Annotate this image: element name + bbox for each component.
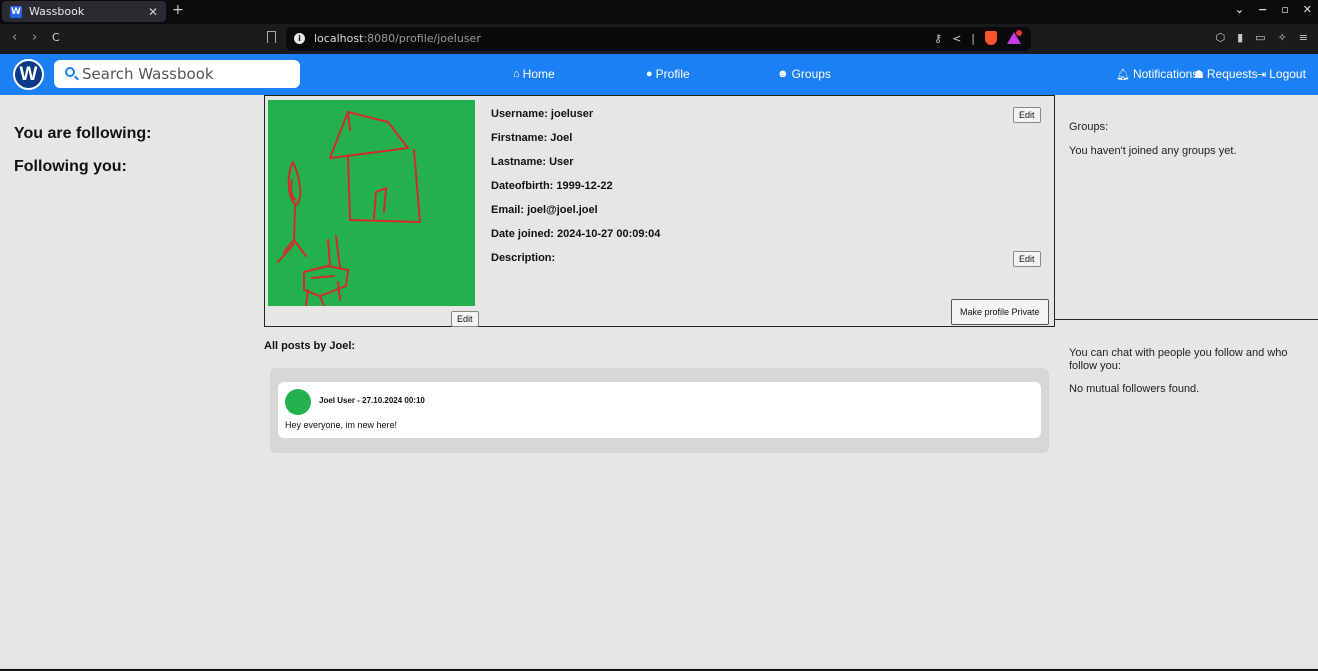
bell-icon: 🔔︎ (1116, 68, 1130, 81)
divider-icon: | (971, 31, 975, 45)
key-icon[interactable]: ⚷ (934, 32, 942, 45)
logout-icon: ⇥ (1257, 68, 1267, 81)
home-icon: ⌂ (513, 68, 520, 80)
user-circle-icon: ● (646, 68, 653, 80)
following-heading: You are following: (14, 125, 152, 142)
description-field: Description: (491, 252, 556, 264)
groups-empty-text: You haven't joined any groups yet. (1069, 145, 1237, 157)
back-button[interactable]: ‹ (12, 30, 17, 45)
lastname-field: Lastname: User (491, 156, 574, 168)
leo-ai-icon[interactable]: ✧ (1278, 31, 1287, 44)
wassbook-favicon-icon: W (10, 5, 22, 18)
site-info-icon[interactable]: i (294, 33, 305, 44)
post-card[interactable]: Joel User - 27.10.2024 00:10 Hey everyon… (278, 382, 1041, 438)
address-bar[interactable]: i localhost:8080/profile/joeluser ⚷ < | (286, 27, 1031, 51)
browser-extension-icons: ⬡ ▮ ▭ ✧ ≡ (1215, 31, 1308, 44)
nav-logout[interactable]: ⇥ Logout (1257, 67, 1306, 81)
post-author-avatar[interactable] (285, 389, 311, 415)
users-icon: ☻ (777, 68, 789, 80)
window-controls: ⌄ − ▫ ✕ (1235, 3, 1312, 16)
wassbook-logo[interactable]: W (13, 59, 44, 90)
nav-profile[interactable]: ● Profile (646, 67, 690, 81)
share-icon[interactable]: < (952, 32, 961, 45)
brave-rewards-icon[interactable] (1007, 30, 1022, 44)
search-input[interactable] (82, 63, 292, 85)
search-box (54, 60, 300, 88)
sidebar-icon[interactable]: ▮ (1237, 31, 1243, 44)
chat-empty-text: No mutual followers found. (1069, 383, 1200, 395)
bookmark-icon[interactable] (267, 31, 276, 43)
profile-card: Username: joeluser Firstname: Joel Lastn… (264, 95, 1055, 327)
close-window-icon[interactable]: ✕ (1303, 3, 1312, 16)
edit-description-button[interactable]: Edit (1013, 251, 1041, 267)
right-divider (1055, 319, 1318, 320)
wallet-icon[interactable]: ▭ (1255, 31, 1265, 44)
new-tab-button[interactable]: + (172, 2, 184, 18)
username-field: Username: joeluser (491, 108, 594, 120)
make-private-button[interactable]: Make profile Private (951, 299, 1049, 325)
app-navbar: W ⌂ Home ● Profile ☻ Groups 🔔︎ Notificat… (0, 54, 1318, 95)
avatar-drawing (277, 111, 421, 306)
groups-label: Groups: (1069, 121, 1109, 133)
post-author-meta: Joel User - 27.10.2024 00:10 (319, 396, 425, 405)
nav-requests[interactable]: ☗ Requests (1194, 67, 1258, 81)
nav-home[interactable]: ⌂ Home (513, 67, 555, 81)
dob-field: Dateofbirth: 1999-12-22 (491, 180, 613, 192)
reload-button[interactable]: C (52, 31, 60, 44)
address-bar-icons: ⚷ < | (934, 30, 1022, 45)
tab-close-icon[interactable]: ✕ (148, 5, 158, 19)
chat-info-text: You can chat with people you follow and … (1069, 347, 1288, 372)
people-group-icon: ☗ (1194, 68, 1204, 81)
maximize-icon[interactable]: ▫ (1281, 3, 1288, 16)
minimize-icon[interactable]: − (1258, 3, 1267, 16)
browser-tab[interactable]: W Wassbook ✕ (2, 1, 166, 22)
post-text: Hey everyone, im new here! (285, 420, 398, 430)
brave-shields-icon[interactable] (985, 31, 997, 45)
extensions-icon[interactable]: ⬡ (1215, 31, 1225, 44)
posts-title: All posts by Joel: (264, 340, 356, 352)
posts-container: Joel User - 27.10.2024 00:10 Hey everyon… (270, 368, 1049, 453)
menu-icon[interactable]: ≡ (1299, 31, 1308, 44)
followers-heading: Following you: (14, 158, 127, 175)
nav-groups[interactable]: ☻ Groups (777, 67, 831, 81)
nav-notifications[interactable]: 🔔︎ Notifications (1116, 67, 1198, 81)
firstname-field: Firstname: Joel (491, 132, 573, 144)
date-joined-field: Date joined: 2024-10-27 00:09:04 (491, 228, 661, 240)
search-icon (65, 67, 75, 77)
email-field: Email: joel@joel.joel (491, 204, 598, 216)
edit-avatar-button[interactable]: Edit (451, 311, 479, 327)
url-text[interactable]: localhost:8080/profile/joeluser (314, 32, 481, 45)
tab-title: Wassbook (29, 5, 85, 18)
profile-avatar-image (268, 100, 475, 306)
browser-tab-bar: W Wassbook ✕ + ⌄ − ▫ ✕ (0, 0, 1318, 24)
forward-button[interactable]: › (32, 30, 37, 45)
browser-toolbar: ‹ › C i localhost:8080/profile/joeluser … (0, 24, 1318, 54)
edit-info-button[interactable]: Edit (1013, 107, 1041, 123)
window-menu-icon[interactable]: ⌄ (1235, 3, 1244, 16)
